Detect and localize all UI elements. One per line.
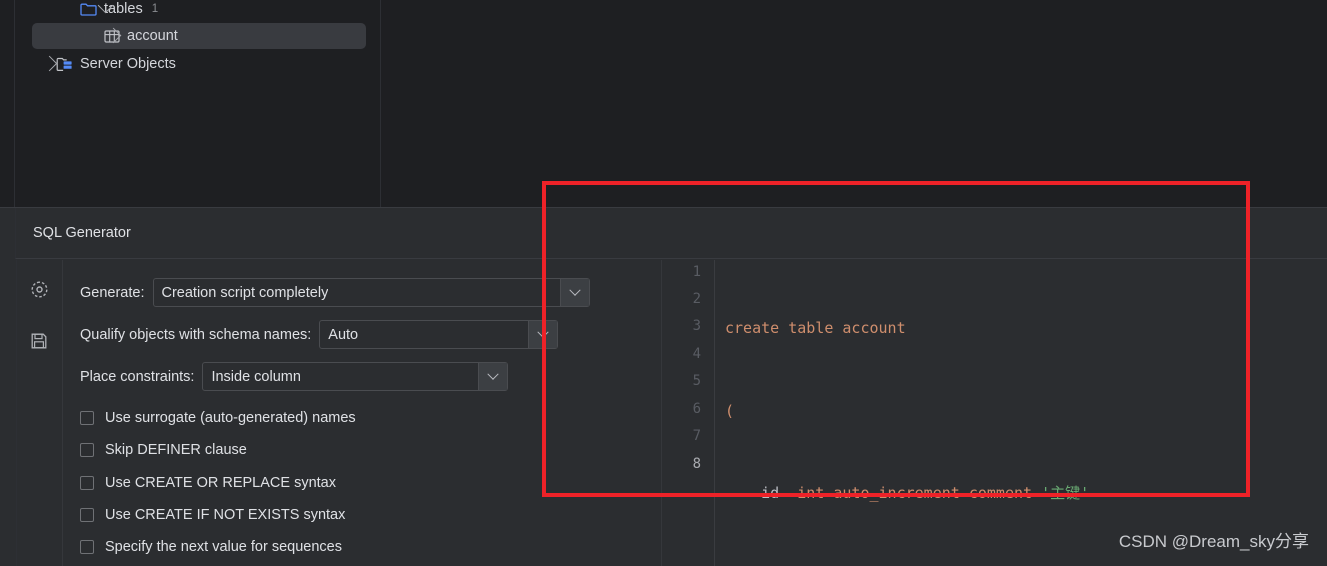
sql-generator-header: SQL Generator	[15, 208, 1327, 259]
place-constraints-select[interactable]: Inside column	[202, 362, 509, 391]
checkbox-box[interactable]	[80, 443, 94, 457]
line-number: 2	[692, 291, 701, 307]
qualify-schema-select[interactable]: Auto	[319, 320, 559, 349]
checkbox-box[interactable]	[80, 508, 94, 522]
sql-generator-options-form: Generate: Creation script completely Qua…	[62, 260, 660, 566]
checkbox-box[interactable]	[80, 540, 94, 554]
watermark-text: CSDN @Dream_sky分享	[1118, 532, 1309, 551]
field-label: Qualify objects with schema names:	[80, 326, 312, 343]
checkbox-specify-next-value-sequences[interactable]: Specify the next value for sequences	[80, 537, 342, 557]
qualify-schema-select-value: Auto	[328, 326, 359, 343]
field-qualify-schema: Qualify objects with schema names: Auto	[80, 320, 559, 349]
folder-icon	[80, 2, 97, 17]
field-label: Generate:	[80, 284, 145, 301]
checkbox-box[interactable]	[80, 476, 94, 490]
chevron-right-icon[interactable]	[41, 55, 58, 72]
tree-item-count: 1	[151, 3, 159, 15]
sql-generator-toolbar	[16, 260, 61, 566]
database-tree-panel: tables 1 account Server Objects	[0, 0, 381, 207]
field-generate: Generate: Creation script completely	[80, 278, 590, 307]
panel-left-gutter	[0, 208, 15, 566]
tree-item-label: Server Objects	[80, 56, 176, 72]
gear-icon[interactable]	[25, 275, 53, 303]
editor-gutter: 1 2 3 4 5 6 7 8	[662, 260, 712, 566]
checkbox-create-if-not-exists[interactable]: Use CREATE IF NOT EXISTS syntax	[80, 505, 345, 525]
chevron-down-icon[interactable]	[478, 363, 508, 390]
chevron-down-icon[interactable]	[559, 279, 589, 306]
tree-item-server-objects[interactable]: Server Objects	[16, 51, 364, 77]
server-objects-icon	[56, 57, 73, 72]
tree-item-account[interactable]: account	[32, 23, 366, 49]
generate-select[interactable]: Creation script completely	[152, 278, 590, 307]
tree-item-tables[interactable]: tables 1	[16, 0, 364, 22]
checkbox-label: Use surrogate (auto-generated) names	[105, 410, 356, 426]
code-line-1: create table account	[725, 319, 906, 337]
tree-left-gutter	[0, 0, 15, 207]
editor-empty-region	[382, 0, 1327, 207]
panel-title: SQL Generator	[33, 225, 131, 241]
checkbox-label: Use CREATE OR REPLACE syntax	[105, 475, 336, 491]
editor-code[interactable]: create table account ( id int auto_incre…	[715, 260, 1327, 566]
sql-preview-editor[interactable]: 1 2 3 4 5 6 7 8 create table account ( i…	[661, 260, 1327, 566]
checkbox-box[interactable]	[80, 411, 94, 425]
generate-select-value: Creation script completely	[161, 284, 329, 301]
field-label: Place constraints:	[80, 368, 195, 385]
line-number: 7	[692, 428, 701, 444]
checkbox-label: Specify the next value for sequences	[105, 539, 342, 555]
save-icon[interactable]	[25, 327, 53, 355]
field-place-constraints: Place constraints: Inside column	[80, 362, 509, 391]
app-window: tables 1 account Server Objects SQL Gene…	[0, 0, 1327, 566]
code-line-4: primary key,	[725, 563, 1327, 566]
sql-generator-panel: SQL Generator Generate: Creation script …	[0, 207, 1327, 566]
tree-item-label: account	[127, 28, 178, 44]
code-line-2: (	[725, 401, 735, 420]
top-section: tables 1 account Server Objects	[0, 0, 1327, 207]
checkbox-label: Skip DEFINER clause	[105, 442, 247, 458]
checkbox-label: Use CREATE IF NOT EXISTS syntax	[105, 507, 346, 523]
line-number: 1	[692, 264, 701, 280]
checkbox-skip-definer-clause[interactable]: Skip DEFINER clause	[80, 440, 247, 460]
line-number: 6	[692, 401, 701, 417]
checkbox-create-or-replace[interactable]: Use CREATE OR REPLACE syntax	[80, 473, 336, 493]
line-number: 4	[692, 346, 701, 362]
checkbox-use-surrogate-names[interactable]: Use surrogate (auto-generated) names	[80, 408, 356, 428]
chevron-down-icon[interactable]	[528, 321, 558, 348]
line-number: 3	[692, 318, 701, 334]
line-number-current: 8	[692, 456, 701, 472]
code-line-3: id int auto_increment comment '主键'	[761, 484, 1090, 502]
line-number: 5	[692, 373, 701, 389]
place-constraints-select-value: Inside column	[211, 368, 301, 385]
